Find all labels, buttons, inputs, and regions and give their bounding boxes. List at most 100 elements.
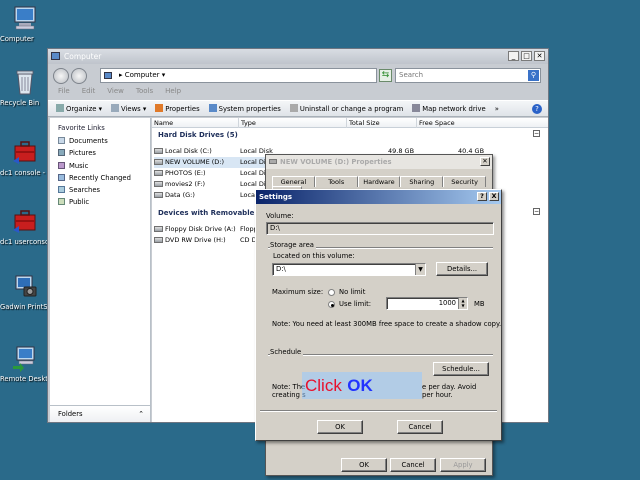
nav-item-label: Pictures [69,149,96,158]
shadow-copy-note: Note: You need at least 300MB free space… [272,320,502,328]
organize-icon [56,104,64,112]
desktop-icon-dc1-userconsole[interactable]: dc1 userconsole... [0,207,62,246]
address-bar[interactable]: ▸ Computer ▾ [100,68,377,83]
desktop-icon-computer[interactable]: Computer [0,4,50,43]
map-network-drive-label: Map network drive [422,105,486,113]
located-volume-value: D:\ [276,265,286,273]
drive-row-selected[interactable]: NEW VOLUME (D:) Local Di [154,157,272,168]
uninstall-button[interactable]: Uninstall or change a program [289,104,403,113]
properties-close-button[interactable]: ✕ [480,157,490,166]
schedule-label: Schedule [270,348,304,356]
settings-title: Settings [259,193,293,201]
address-text: Computer [124,71,160,79]
public-icon [58,198,65,206]
tab-security[interactable]: Security [443,176,486,187]
schedule-button[interactable]: Schedule... [433,362,489,376]
desktop-icon-dc1-console[interactable]: dc1 console - Shortcut [0,138,76,177]
checkmark-icon [155,104,164,112]
nav-item-pictures[interactable]: Pictures [50,147,150,159]
drive-name: Data (G:) [165,191,195,199]
settings-titlebar[interactable]: Settings ? X [256,190,501,204]
menu-help[interactable]: Help [165,87,181,99]
nav-item-music[interactable]: Music [50,160,150,172]
nav-item-public[interactable]: Public [50,196,150,208]
details-button[interactable]: Details... [436,262,488,276]
group-collapse-icon[interactable]: − [533,208,540,215]
col-total-size[interactable]: Total Size [346,118,416,128]
no-limit-label: No limit [339,288,366,296]
settings-ok-button[interactable]: OK [317,420,363,434]
properties-ok-button[interactable]: OK [341,458,387,472]
menu-edit[interactable]: Edit [82,87,96,99]
toolbar-overflow-button[interactable]: » [495,105,499,113]
desktop-icon-remote-desktop[interactable]: Remote Desktop ... [0,344,65,383]
desktop-icon-gadwin[interactable]: Gadwin PrintScre... [0,272,65,311]
folders-toggle[interactable]: Folders ⌃ [50,405,150,422]
explorer-title: Computer [64,52,102,61]
properties-title: NEW VOLUME (D:) Properties [280,158,392,166]
favorite-links-title: Favorite Links [58,124,105,132]
tab-hardware[interactable]: Hardware [357,176,401,187]
settings-help-button[interactable]: ? [477,192,487,201]
system-properties-button[interactable]: System properties [208,104,281,113]
schedule-note-left-1: Note: The [272,383,306,391]
shadow-copy-settings-dialog: Settings ? X Volume: D:\ Storage area Lo… [255,189,502,441]
recycle-bin-icon [10,68,40,96]
search-icon[interactable]: ⚲ [528,70,539,81]
col-name[interactable]: Name [152,118,238,128]
nav-item-label: Searches [69,186,101,195]
col-type[interactable]: Type [238,118,346,128]
organize-button[interactable]: Organize ▾ [56,104,102,113]
settings-cancel-button[interactable]: Cancel [397,420,443,434]
use-limit-radio[interactable] [328,301,335,308]
properties-apply-button[interactable]: Apply [440,458,486,472]
chevron-down-icon[interactable]: ▼ [415,264,425,275]
pictures-icon [58,149,65,157]
group-collapse-icon[interactable]: − [533,130,540,137]
nav-item-searches[interactable]: Searches [50,184,150,196]
forward-button[interactable] [71,68,87,84]
map-network-drive-button[interactable]: Map network drive [412,104,486,113]
address-chevron-down-icon[interactable]: ▾ [160,71,166,79]
recent-icon [58,173,65,181]
nav-item-recently-changed[interactable]: Recently Changed [50,172,150,184]
menu-file[interactable]: File [58,87,70,99]
desktop-icon-recycle-bin[interactable]: Recycle Bin [0,68,50,107]
views-button[interactable]: Views ▾ [111,104,146,113]
drive-row[interactable]: PHOTOS (E:) Local Di [154,168,272,179]
menu-view[interactable]: View [107,87,124,99]
spinner-icon[interactable]: ▲ ▼ [458,298,467,309]
nav-item-documents[interactable]: Documents [50,135,150,147]
menu-tools[interactable]: Tools [136,87,153,99]
col-free-space[interactable]: Free Space [416,118,484,128]
nav-item-label: Music [69,161,89,170]
views-label: Views [121,105,141,113]
properties-cancel-button[interactable]: Cancel [390,458,436,472]
no-limit-radio[interactable] [328,289,335,296]
tab-sharing[interactable]: Sharing [400,176,444,187]
search-input[interactable]: Search ⚲ [395,68,541,83]
use-limit-input[interactable]: 1000 ▲ ▼ [386,297,468,310]
settings-close-button[interactable]: X [489,192,499,201]
properties-button[interactable]: Properties [155,104,200,113]
help-icon[interactable]: ? [532,104,542,114]
drive-type: Local Di [240,158,266,166]
chevron-up-icon: ⌃ [138,410,144,418]
device-name: DVD RW Drive (H:) [165,236,226,244]
schedule-note-right-1: e per day. Avoid [422,383,477,391]
device-name: Floppy Disk Drive (A:) [165,225,236,233]
maximize-button[interactable]: □ [521,51,532,61]
address-row: ▸ Computer ▾ ⇆ Search ⚲ [48,66,548,86]
properties-label: Properties [165,105,200,113]
minimize-button[interactable]: _ [508,51,519,61]
tab-tools[interactable]: Tools [314,176,358,187]
folders-label: Folders [58,410,83,418]
explorer-titlebar[interactable]: Computer _ □ ✕ [48,49,548,64]
close-button[interactable]: ✕ [534,51,545,61]
dvd-drive-icon [154,237,163,243]
located-volume-dropdown[interactable]: D:\ ▼ [272,263,426,276]
refresh-icon[interactable]: ⇆ [379,69,392,82]
nav-item-label: Recently Changed [69,173,131,182]
back-button[interactable] [53,68,69,84]
properties-titlebar[interactable]: NEW VOLUME (D:) Properties ✕ [266,155,492,169]
